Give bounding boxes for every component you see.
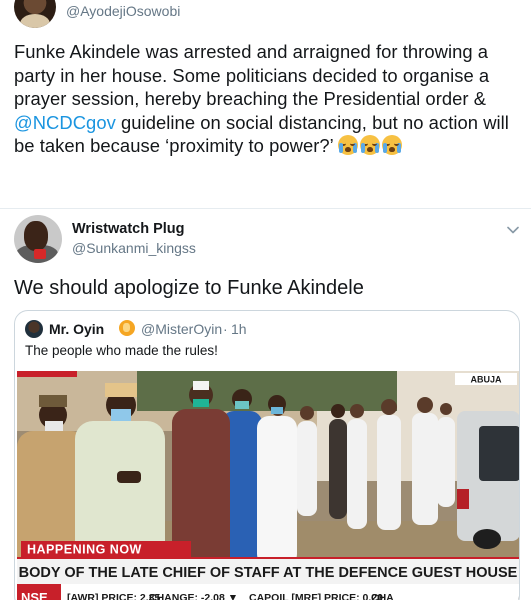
news-broadcast-frame: ABUJA HAPPENING NOW BODY OF THE LATE CHI… (17, 371, 519, 600)
tweet-divider (0, 208, 531, 209)
author-handle[interactable]: @Sunkanmi_kingss (72, 240, 196, 256)
separator-dot: · (223, 321, 228, 337)
emoji-group (338, 135, 404, 156)
ticker-item: CHA (371, 592, 394, 600)
author-name[interactable]: Wristwatch Plug (72, 221, 185, 237)
tweet-text: Funke Akindele was arrested and arraigne… (14, 40, 519, 158)
ticker-prefix: NSE (21, 590, 48, 600)
news-headline: BODY OF THE LATE CHIEF OF STAFF AT THE D… (19, 565, 518, 581)
loudly-crying-face-icon (360, 135, 381, 155)
previous-tweet: @AyodejiOsowobi Funke Akindele was arres… (0, 0, 531, 208)
ticker-item: CHANGE: -2.08 ▼ (149, 592, 238, 600)
quoted-tweet-text: The people who made the rules! (25, 343, 218, 358)
quoted-tweet-card[interactable]: Mr. Oyin @MisterOyin · 1h The people who… (14, 310, 520, 600)
emoji-badge-icon (119, 320, 135, 336)
happening-now-label: HAPPENING NOW (27, 543, 142, 557)
loudly-crying-face-icon (382, 135, 403, 155)
tweet-text: We should apologize to Funke Akindele (14, 277, 364, 299)
chevron-down-icon[interactable] (505, 222, 521, 238)
quoted-media-image[interactable]: ABUJA HAPPENING NOW BODY OF THE LATE CHI… (17, 371, 519, 600)
quoted-author-handle: @MisterOyin (141, 321, 223, 337)
quoted-timestamp: 1h (231, 321, 247, 337)
quoted-author-avatar (25, 320, 43, 338)
ticker-item: [AWR] PRICE: 2.35 (67, 592, 161, 600)
location-tag: ABUJA (470, 375, 502, 385)
author-avatar[interactable] (14, 0, 56, 28)
mention-link[interactable]: @NCDCgov (14, 112, 116, 133)
author-handle[interactable]: @AyodejiOsowobi (66, 3, 180, 19)
loudly-crying-face-icon (338, 135, 359, 155)
ticker-item: CAPOIL [MRF] PRICE: 0.20 (249, 592, 383, 600)
tweet-text-part: Funke Akindele was arrested and arraigne… (14, 41, 490, 109)
quoted-author-name: Mr. Oyin (49, 321, 105, 337)
author-avatar[interactable] (14, 215, 62, 263)
